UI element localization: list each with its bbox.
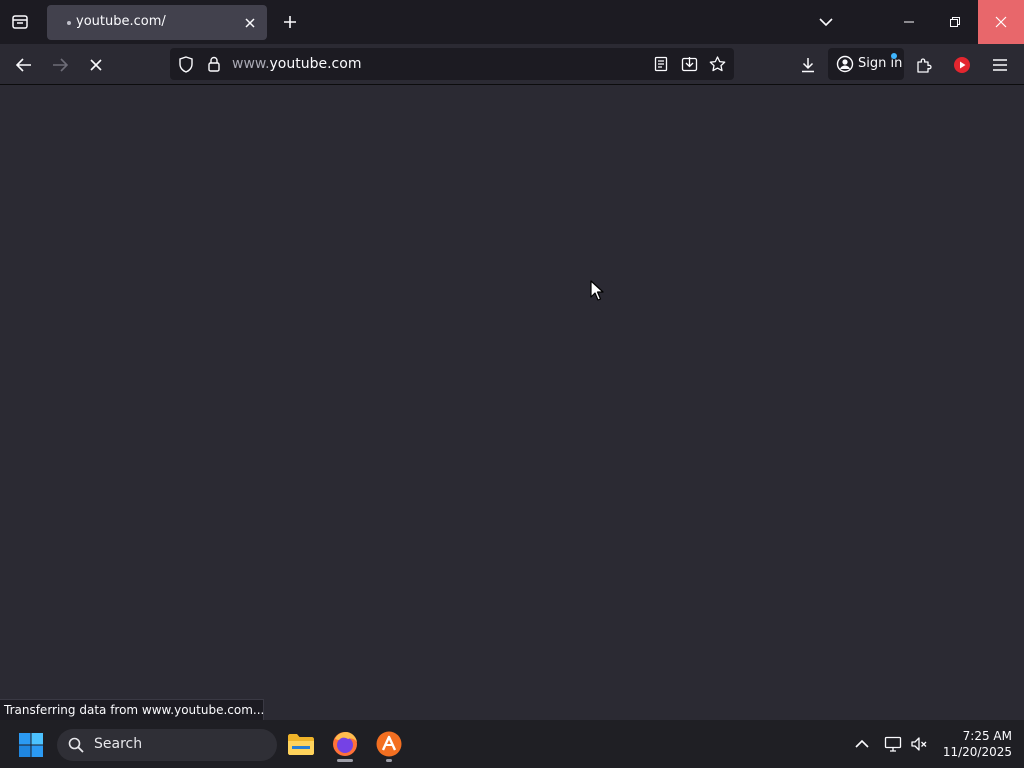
taskbar-clock[interactable]: 7:25 AM 11/20/2025	[936, 728, 1012, 760]
back-button[interactable]	[11, 52, 37, 78]
clock-time: 7:25 AM	[962, 729, 1012, 743]
minimize-button[interactable]	[886, 0, 932, 44]
bookmark-star-icon[interactable]	[708, 55, 726, 73]
reader-view-icon[interactable]	[652, 55, 670, 73]
list-all-tabs-button[interactable]	[815, 11, 837, 33]
restore-icon	[950, 17, 960, 27]
close-icon	[995, 16, 1007, 28]
monitor-icon	[884, 736, 902, 752]
close-icon	[245, 18, 255, 28]
firefox-icon	[333, 732, 357, 756]
firefox-view-button[interactable]	[8, 10, 32, 34]
folder-icon	[288, 734, 314, 755]
status-panel: Transferring data from www.youtube.com..…	[0, 699, 264, 721]
minimize-icon	[904, 21, 914, 23]
display-tray-button[interactable]	[882, 733, 904, 755]
lock-icon[interactable]	[205, 55, 223, 73]
youtube-play-icon	[954, 57, 970, 73]
downloads-button[interactable]	[795, 52, 821, 78]
search-icon	[68, 737, 84, 753]
firefox-taskbar-button[interactable]	[327, 726, 363, 762]
new-tab-button[interactable]	[280, 12, 300, 32]
window-close-button[interactable]	[978, 0, 1024, 44]
app-taskbar-button[interactable]	[371, 726, 407, 762]
clock-date: 11/20/2025	[942, 745, 1012, 759]
volume-tray-button[interactable]	[908, 733, 930, 755]
extensions-button[interactable]	[911, 52, 937, 78]
url-text[interactable]: www.youtube.com	[232, 56, 361, 72]
url-prefix: www.	[232, 56, 270, 72]
url-domain: youtube.com	[269, 56, 362, 72]
tab-title: youtube.com/	[76, 14, 166, 29]
account-signin-button[interactable]: Sign in	[828, 48, 904, 80]
taskbar: Search 7:25 AM 11/20/2025	[0, 720, 1024, 768]
arrow-left-icon	[16, 58, 31, 72]
file-explorer-taskbar-button[interactable]	[283, 726, 319, 762]
stop-icon	[90, 59, 102, 71]
show-hidden-icons-button[interactable]	[851, 733, 873, 755]
running-indicator	[337, 759, 353, 762]
address-bar[interactable]: www.youtube.com	[170, 48, 734, 80]
notification-dot-icon	[891, 53, 897, 59]
puzzle-icon	[917, 58, 932, 73]
speaker-muted-icon	[911, 737, 927, 751]
firefox-view-icon	[12, 15, 28, 29]
chevron-down-icon	[819, 18, 833, 27]
youtube-extension-button[interactable]	[949, 52, 975, 78]
install-app-icon[interactable]	[680, 55, 698, 73]
orange-app-icon	[376, 731, 402, 757]
page-content[interactable]	[0, 85, 1024, 720]
arrow-right-icon	[53, 58, 68, 72]
tracking-protection-shield-icon[interactable]	[177, 55, 195, 73]
stop-loading-button[interactable]	[83, 52, 109, 78]
chevron-up-icon	[855, 739, 869, 748]
tab-close-button[interactable]	[241, 14, 259, 32]
navigation-toolbar: www.youtube.com Sign in	[0, 44, 1024, 85]
active-tab[interactable]: youtube.com/	[47, 5, 267, 40]
loading-dot-icon	[67, 21, 71, 25]
taskbar-search-box[interactable]: Search	[57, 729, 277, 761]
windows-start-button[interactable]	[18, 732, 44, 758]
restore-button[interactable]	[932, 0, 978, 44]
tab-bar: youtube.com/	[0, 0, 1024, 44]
mouse-cursor-icon	[590, 280, 604, 301]
running-indicator	[386, 759, 392, 762]
hamburger-menu-icon	[993, 59, 1007, 71]
plus-icon	[284, 16, 296, 28]
download-icon	[802, 58, 814, 73]
search-label: Search	[94, 736, 143, 752]
account-icon	[836, 55, 854, 73]
forward-button[interactable]	[47, 52, 73, 78]
app-menu-button[interactable]	[987, 52, 1013, 78]
